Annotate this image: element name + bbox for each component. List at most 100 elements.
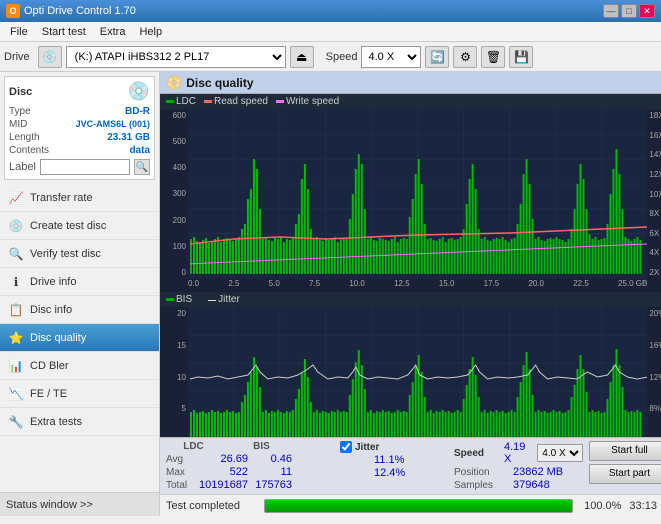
speed-header: Speed bbox=[454, 448, 500, 459]
max-bis: 11 bbox=[252, 466, 292, 478]
sidebar-item-label-drive-info: Drive info bbox=[30, 276, 76, 288]
jitter-legend-color bbox=[208, 300, 216, 301]
drive-select[interactable]: (K:) ATAPI iHBS312 2 PL17 bbox=[66, 46, 286, 68]
avg-jitter: 11.1% bbox=[374, 454, 404, 466]
disc-quality-icon: ⭐ bbox=[8, 330, 24, 346]
avg-label: Avg bbox=[166, 454, 194, 465]
max-label: Max bbox=[166, 467, 194, 478]
sidebar-item-cd-bler[interactable]: 📊 CD Bler bbox=[0, 352, 159, 380]
top-chart-svg bbox=[188, 109, 647, 279]
sidebar-item-extra-tests[interactable]: 🔧 Extra tests bbox=[0, 408, 159, 436]
speed-position-stats: Speed 4.19 X 4.0 X Position 23862 MB Sam… bbox=[454, 441, 583, 491]
disc-panel: Disc 💿 Type BD-R MID JVC-AMS6L (001) Len… bbox=[4, 76, 155, 180]
drive-icon: 💿 bbox=[38, 46, 62, 68]
chart-area: LDC Read speed Write speed 0 100 200 bbox=[160, 94, 661, 437]
stats-columns: LDC BIS Avg 26.69 0.46 Max 522 11 Total … bbox=[166, 441, 326, 491]
nav-items: 📈 Transfer rate 💿 Create test disc 🔍 Ver… bbox=[0, 184, 159, 492]
ldc-legend-label: LDC bbox=[176, 96, 196, 107]
write-speed-legend-label: Write speed bbox=[286, 96, 339, 107]
bottom-chart-legend: BIS Jitter bbox=[160, 292, 661, 307]
sidebar-item-label-verify-test-disc: Verify test disc bbox=[30, 248, 101, 260]
create-test-disc-icon: 💿 bbox=[8, 218, 24, 234]
settings-button[interactable]: ⚙ bbox=[453, 46, 477, 68]
progress-percent: 100.0% bbox=[581, 500, 621, 512]
top-chart-y-axis-left: 0 100 200 300 400 500 600 bbox=[160, 109, 188, 279]
chart-panel-title: Disc quality bbox=[186, 76, 253, 90]
disc-label-label: Label bbox=[9, 161, 36, 173]
sidebar: Disc 💿 Type BD-R MID JVC-AMS6L (001) Len… bbox=[0, 72, 160, 516]
maximize-button[interactable]: □ bbox=[621, 4, 637, 18]
sidebar-item-create-test-disc[interactable]: 💿 Create test disc bbox=[0, 212, 159, 240]
close-button[interactable]: ✕ bbox=[639, 4, 655, 18]
title-bar: O Opti Drive Control 1.70 — □ ✕ bbox=[0, 0, 661, 22]
save-button[interactable]: 💾 bbox=[509, 46, 533, 68]
erase-button[interactable]: 🗑 bbox=[481, 46, 505, 68]
refresh-button[interactable]: 🔄 bbox=[425, 46, 449, 68]
jitter-header: Jitter bbox=[355, 442, 379, 453]
bis-legend-color bbox=[166, 298, 174, 301]
eject-button[interactable]: ⏏ bbox=[290, 46, 314, 68]
sidebar-item-label-disc-quality: Disc quality bbox=[30, 332, 86, 344]
sidebar-item-disc-quality[interactable]: ⭐ Disc quality bbox=[0, 324, 159, 352]
max-ldc: 522 bbox=[198, 466, 248, 478]
top-chart-legend: LDC Read speed Write speed bbox=[160, 94, 661, 109]
total-label: Total bbox=[166, 480, 194, 491]
start-full-button[interactable]: Start full bbox=[589, 441, 661, 461]
sidebar-item-label-create-test-disc: Create test disc bbox=[30, 220, 106, 232]
drive-label: Drive bbox=[4, 51, 30, 63]
position-value: 23862 MB bbox=[513, 466, 563, 478]
type-label: Type bbox=[9, 106, 31, 117]
disc-panel-title: Disc bbox=[9, 86, 32, 98]
fe-te-icon: 📉 bbox=[8, 386, 24, 402]
drive-info-icon: ℹ bbox=[8, 274, 24, 290]
menu-extra[interactable]: Extra bbox=[94, 25, 132, 39]
position-label: Position bbox=[454, 467, 509, 478]
status-window-label: Status window >> bbox=[6, 499, 93, 511]
read-speed-legend-label: Read speed bbox=[214, 96, 268, 107]
disc-label-search-button[interactable]: 🔍 bbox=[134, 159, 150, 175]
menu-file[interactable]: File bbox=[4, 25, 34, 39]
extra-tests-icon: 🔧 bbox=[8, 414, 24, 430]
speed-dropdown[interactable]: 4.0 X bbox=[537, 444, 583, 462]
status-window-button[interactable]: Status window >> bbox=[0, 492, 159, 516]
sidebar-item-verify-test-disc[interactable]: 🔍 Verify test disc bbox=[0, 240, 159, 268]
chart-panel-icon: 📀 bbox=[166, 75, 182, 91]
app-icon: O bbox=[6, 4, 20, 18]
write-speed-legend-color bbox=[276, 100, 284, 103]
window-title: Opti Drive Control 1.70 bbox=[24, 5, 136, 17]
ldc-col-header: LDC bbox=[166, 441, 221, 452]
bottom-chart-svg-container bbox=[188, 307, 647, 437]
menu-bar: File Start test Extra Help bbox=[0, 22, 661, 42]
sidebar-item-fe-te[interactable]: 📉 FE / TE bbox=[0, 380, 159, 408]
progress-fill bbox=[265, 500, 572, 512]
progress-bar-container: Test completed 100.0% 33:13 bbox=[160, 494, 661, 516]
sidebar-item-label-fe-te: FE / TE bbox=[30, 388, 67, 400]
sidebar-item-transfer-rate[interactable]: 📈 Transfer rate bbox=[0, 184, 159, 212]
top-chart-y-axis-right: 2X 4X 6X 8X 10X 12X 14X 16X 18X bbox=[647, 109, 661, 279]
action-buttons: Start full Start part bbox=[589, 441, 661, 484]
main-panel: 📀 Disc quality LDC Read speed Write spee… bbox=[160, 72, 661, 516]
chart-panel-header: 📀 Disc quality bbox=[160, 72, 661, 94]
length-label: Length bbox=[9, 132, 40, 143]
menu-help[interactable]: Help bbox=[133, 25, 168, 39]
bottom-chart-y-axis-right: 4% 8% 12% 16% 20% bbox=[647, 307, 661, 437]
transfer-rate-icon: 📈 bbox=[8, 190, 24, 206]
max-jitter: 12.4% bbox=[374, 467, 405, 479]
disc-info-icon: 📋 bbox=[8, 302, 24, 318]
toolbar: Drive 💿 (K:) ATAPI iHBS312 2 PL17 ⏏ Spee… bbox=[0, 42, 661, 72]
top-chart-container: 0 100 200 300 400 500 600 bbox=[160, 109, 661, 279]
start-part-button[interactable]: Start part bbox=[589, 464, 661, 484]
bis-col-header: BIS bbox=[239, 441, 284, 452]
contents-label: Contents bbox=[9, 145, 49, 156]
sidebar-item-drive-info[interactable]: ℹ Drive info bbox=[0, 268, 159, 296]
minimize-button[interactable]: — bbox=[603, 4, 619, 18]
disc-icon[interactable]: 💿 bbox=[128, 81, 150, 102]
menu-start-test[interactable]: Start test bbox=[36, 25, 92, 39]
progress-time: 33:13 bbox=[629, 500, 661, 512]
sidebar-item-disc-info[interactable]: 📋 Disc info bbox=[0, 296, 159, 324]
speed-select[interactable]: 4.0 X bbox=[361, 46, 421, 68]
top-chart-x-axis: 0.0 2.5 5.0 7.5 10.0 12.5 15.0 17.5 20.0… bbox=[160, 279, 661, 288]
bottom-chart-container: 0 5 10 15 20 bbox=[160, 307, 661, 437]
jitter-checkbox[interactable] bbox=[340, 441, 352, 453]
disc-label-input[interactable] bbox=[40, 159, 130, 175]
